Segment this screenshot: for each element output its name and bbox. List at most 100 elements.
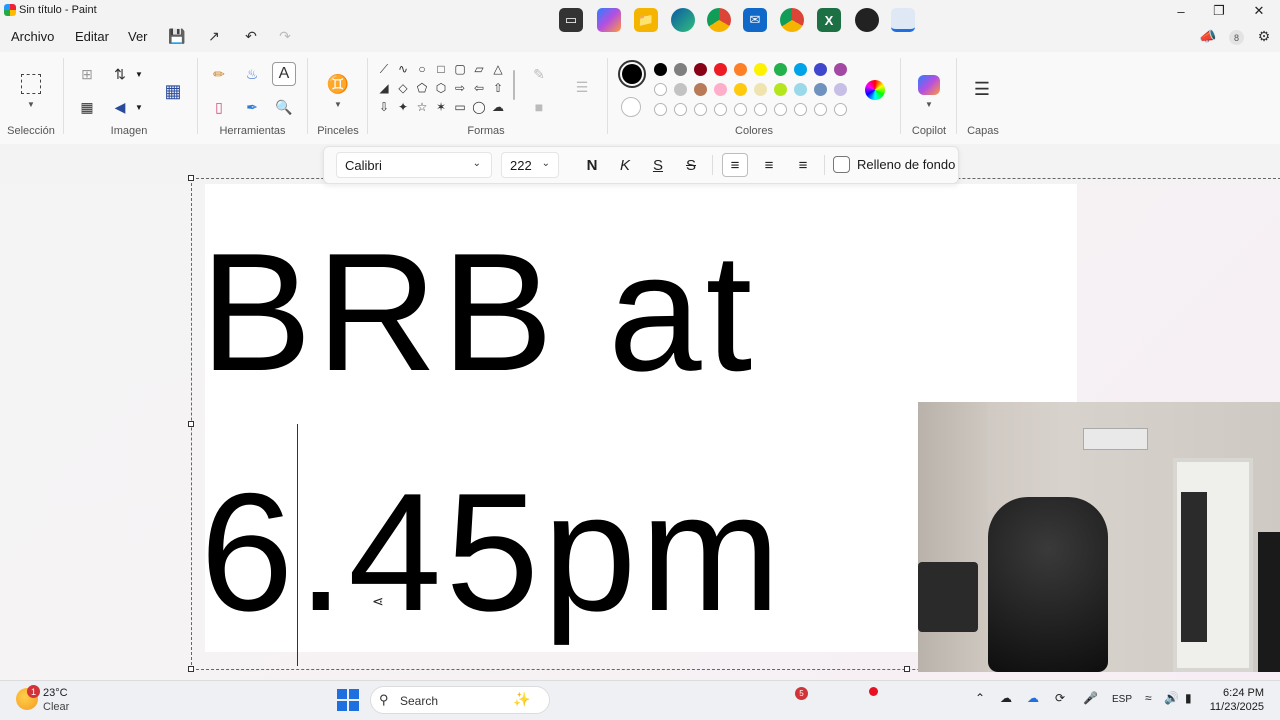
underline-button[interactable]: S <box>645 153 671 177</box>
excel-icon[interactable]: X <box>817 8 841 32</box>
wifi-icon[interactable]: ≈ <box>1145 691 1152 705</box>
color-swatch[interactable] <box>754 83 767 96</box>
edge-icon[interactable] <box>671 8 695 32</box>
hexagon-shape-icon[interactable]: ⬡ <box>433 80 449 96</box>
chevron-down-icon[interactable]: ▼ <box>135 70 143 79</box>
taskbar-search-box[interactable]: ⚲ Search ✨ <box>370 686 550 714</box>
mail-icon[interactable]: ✉ <box>743 8 767 32</box>
strikethrough-button[interactable]: S <box>678 153 704 177</box>
pentagon-shape-icon[interactable]: ⬠ <box>414 80 430 96</box>
account-badge[interactable]: 8 <box>1229 30 1244 45</box>
resize-icon[interactable]: ⇅ <box>108 62 132 86</box>
copilot-icon[interactable] <box>918 75 940 95</box>
align-center-icon[interactable]: ≡ <box>756 153 782 177</box>
chevron-down-icon[interactable]: ▼ <box>135 103 143 112</box>
select-rectangle-icon[interactable] <box>21 74 41 94</box>
color-swatch[interactable] <box>834 63 847 76</box>
star6-shape-icon[interactable]: ✶ <box>433 99 449 115</box>
weather-desc[interactable]: Clear <box>43 701 69 713</box>
undo-icon[interactable]: ↶ <box>240 27 262 45</box>
start-windows-icon[interactable] <box>337 689 359 711</box>
weather-temp[interactable]: 23°C <box>43 687 68 699</box>
language-indicator[interactable]: ESP <box>1112 694 1132 705</box>
color-swatch[interactable] <box>714 83 727 96</box>
obs-icon[interactable] <box>855 8 879 32</box>
color-swatch[interactable] <box>814 63 827 76</box>
resize-handle[interactable] <box>188 421 194 427</box>
color-swatch[interactable] <box>674 63 687 76</box>
align-right-icon[interactable]: ≡ <box>790 153 816 177</box>
shapes-scrollbar[interactable] <box>513 70 515 100</box>
menu-archivo[interactable]: Archivo <box>11 29 54 44</box>
resize-handle[interactable] <box>188 666 194 672</box>
callout-rect-shape-icon[interactable]: ▭ <box>452 99 468 115</box>
bold-button[interactable]: N <box>579 153 605 177</box>
paint-taskbar-icon[interactable] <box>891 8 915 32</box>
custom-color-slot[interactable] <box>754 103 767 116</box>
crop-icon[interactable]: ⊞ <box>75 62 99 86</box>
arrow-left-shape-icon[interactable]: ⇦ <box>471 80 487 96</box>
custom-color-slot[interactable] <box>674 103 687 116</box>
task-view-icon[interactable]: ▭ <box>559 8 583 32</box>
rectangle-shape-icon[interactable]: □ <box>433 61 449 77</box>
close-button[interactable]: ✕ <box>1240 0 1278 22</box>
volume-icon[interactable]: 🔊 <box>1164 691 1179 705</box>
pencil-icon[interactable]: ✏ <box>207 62 231 86</box>
chrome-icon[interactable] <box>707 8 731 32</box>
text-tool-icon[interactable]: A <box>272 62 296 86</box>
italic-button[interactable]: K <box>612 153 638 177</box>
clock-date[interactable]: 11/23/2025 <box>1206 701 1264 713</box>
align-left-icon[interactable]: ≡ <box>722 153 748 177</box>
custom-color-slot[interactable] <box>734 103 747 116</box>
font-family-select[interactable]: Calibri ⌄ <box>336 152 492 178</box>
custom-color-slot[interactable] <box>654 103 667 116</box>
color-swatch[interactable] <box>774 63 787 76</box>
onedrive-icon[interactable]: ☁ <box>1000 691 1012 705</box>
custom-color-slot[interactable] <box>694 103 707 116</box>
feedback-icon[interactable]: 📣 <box>1197 27 1219 45</box>
microphone-icon[interactable]: 🎤 <box>1083 691 1098 705</box>
primary-color-selector[interactable] <box>618 60 646 88</box>
chevron-down-icon[interactable]: ▼ <box>925 100 933 109</box>
cloud-sync-icon[interactable]: ☁ <box>1027 691 1039 705</box>
color-swatch[interactable] <box>714 63 727 76</box>
color-swatch[interactable] <box>814 83 827 96</box>
color-swatch[interactable] <box>734 83 747 96</box>
custom-color-slot[interactable] <box>794 103 807 116</box>
save-icon[interactable]: 💾 <box>166 27 188 45</box>
custom-color-slot[interactable] <box>774 103 787 116</box>
menu-editar[interactable]: Editar <box>75 29 109 44</box>
magnifier-icon[interactable]: 🔍 <box>272 95 296 119</box>
color-swatch[interactable] <box>734 63 747 76</box>
flip-icon[interactable]: ◀ <box>108 95 132 119</box>
color-swatch[interactable] <box>654 83 667 96</box>
eraser-icon[interactable]: ▯ <box>207 95 231 119</box>
edit-colors-icon[interactable] <box>865 80 885 100</box>
resize-handle[interactable] <box>904 666 910 672</box>
font-size-select[interactable]: 222 ⌄ <box>501 152 559 178</box>
minimize-button[interactable]: – <box>1162 0 1200 22</box>
image-select-icon[interactable]: ▦ <box>160 78 186 104</box>
color-swatch[interactable] <box>694 63 707 76</box>
skew-icon[interactable]: ▦ <box>75 95 99 119</box>
battery-icon[interactable]: ▮ <box>1185 691 1192 705</box>
custom-color-slot[interactable] <box>714 103 727 116</box>
diamond-shape-icon[interactable]: ◇ <box>395 80 411 96</box>
arrow-down-shape-icon[interactable]: ⇩ <box>376 99 392 115</box>
right-triangle-shape-icon[interactable]: ◢ <box>376 80 392 96</box>
arrow-right-shape-icon[interactable]: ⇨ <box>452 80 468 96</box>
secondary-color-selector[interactable] <box>621 97 641 117</box>
polygon-shape-icon[interactable]: ▱ <box>471 61 487 77</box>
fill-bucket-icon[interactable]: ♨ <box>240 62 264 86</box>
line-shape-icon[interactable]: ⟋ <box>376 61 392 77</box>
layers-icon[interactable]: ☰ <box>970 77 994 101</box>
share-icon[interactable]: ↗ <box>203 27 225 45</box>
file-explorer-icon[interactable]: 📁 <box>634 8 658 32</box>
refresh-icon[interactable]: ⟳ <box>1055 691 1065 705</box>
chevron-down-icon[interactable]: ▼ <box>27 100 35 109</box>
color-swatch[interactable] <box>774 83 787 96</box>
settings-gear-icon[interactable]: ⚙ <box>1253 27 1275 45</box>
chevron-up-icon[interactable]: ⌃ <box>975 691 985 705</box>
resize-handle[interactable] <box>188 175 194 181</box>
brush-icon[interactable]: ♊ <box>326 72 350 96</box>
